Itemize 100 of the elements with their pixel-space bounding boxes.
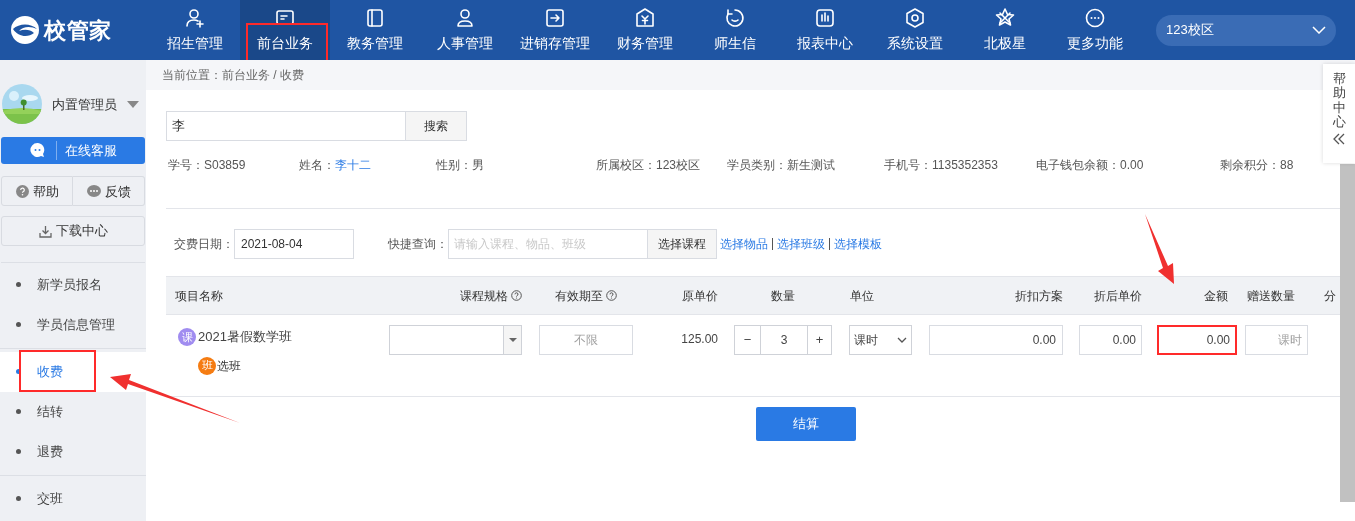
- enter-icon: [544, 6, 566, 29]
- select-class-link[interactable]: 选班: [217, 356, 241, 375]
- bullet-icon: [16, 449, 21, 455]
- more-icon: [1084, 6, 1106, 29]
- select-course-button[interactable]: 选择课程: [648, 229, 717, 259]
- double-chevron-left-icon[interactable]: [1333, 133, 1345, 146]
- nav-tab[interactable]: 更多功能: [1050, 0, 1140, 60]
- bullet-icon: [16, 369, 21, 375]
- logo-text: 校管家: [44, 16, 112, 45]
- text-link[interactable]: 选择班级: [777, 235, 825, 253]
- column-header: 课程规格: [460, 286, 522, 305]
- field-label: 交费日期：: [173, 236, 234, 253]
- nav-tab[interactable]: 系统设置: [870, 0, 960, 60]
- discounted-price-field[interactable]: 0.00: [1079, 325, 1142, 355]
- nav-tab[interactable]: 报表中心: [780, 0, 870, 60]
- student-name-link[interactable]: 李十二: [335, 158, 371, 172]
- bullet-icon: [16, 496, 21, 502]
- arrow-annotation: [1145, 214, 1174, 284]
- field-label: 快捷查询：: [388, 236, 448, 253]
- unit-price: 125.00: [681, 332, 718, 346]
- student-field: 剩余积分：88: [1220, 156, 1294, 174]
- chat-bubble-icon: [29, 142, 46, 159]
- discount-field[interactable]: 0.00: [929, 325, 1063, 355]
- nav-tab[interactable]: 前台业务: [240, 0, 330, 60]
- download-center-button[interactable]: 下载中心: [1, 216, 145, 246]
- text-link[interactable]: 选择模板: [834, 235, 882, 253]
- gift-quantity-field[interactable]: 课时: [1245, 325, 1308, 355]
- chevron-down-icon: [1312, 26, 1326, 34]
- menu-item[interactable]: 退费: [0, 432, 146, 472]
- column-header: 项目名称: [175, 287, 223, 305]
- increment-button[interactable]: +: [807, 326, 831, 354]
- column-header: 有效期至: [555, 286, 617, 305]
- help-circle-icon: [606, 290, 617, 301]
- campus-select[interactable]: 123校区: [1156, 14, 1336, 46]
- column-header: 金额: [1204, 287, 1228, 305]
- amount-field[interactable]: 0.00: [1157, 325, 1237, 355]
- item-name: 2021暑假数学班: [198, 328, 292, 346]
- chat-face-icon: [724, 6, 746, 29]
- person-icon: [454, 6, 476, 29]
- bullet-icon: [16, 409, 21, 415]
- checkout-button[interactable]: 结算: [756, 407, 856, 441]
- column-header: 原单价: [682, 287, 718, 305]
- breadcrumb: 当前位置：前台业务 / 收费: [162, 67, 304, 84]
- student-field: 姓名：李十二: [299, 156, 371, 174]
- help-circle-icon: [511, 290, 522, 301]
- nav-tab[interactable]: 师生信: [690, 0, 780, 60]
- decrement-button[interactable]: −: [735, 326, 761, 354]
- nav-tab[interactable]: 教务管理: [330, 0, 420, 60]
- search-field[interactable]: 李: [166, 111, 406, 141]
- help-center-tab[interactable]: 帮助中心: [1323, 64, 1355, 163]
- chat-icon: [86, 184, 101, 198]
- star-icon: [994, 6, 1016, 29]
- nav-tab[interactable]: 财务管理: [600, 0, 690, 60]
- search-button[interactable]: 搜索: [406, 111, 467, 141]
- date-field[interactable]: 2021-08-04: [234, 229, 354, 259]
- column-header: 折扣方案: [1015, 287, 1063, 305]
- nav-tab[interactable]: 人事管理: [420, 0, 510, 60]
- column-header: 数量: [770, 287, 795, 305]
- student-field: 学号：S03859: [168, 156, 246, 174]
- course-badge: 课: [178, 327, 196, 346]
- student-field: 学员类别：新生测试: [727, 156, 835, 174]
- nav-tab[interactable]: 进销存管理: [510, 0, 600, 60]
- text-link[interactable]: 选择物品: [720, 235, 768, 253]
- help-button[interactable]: 帮助: [1, 176, 73, 207]
- student-field: 电子钱包余额：0.00: [1036, 156, 1144, 174]
- bullet-icon: [16, 322, 21, 328]
- book-icon: [364, 6, 386, 29]
- class-badge: 班: [198, 356, 216, 375]
- user-name[interactable]: 内置管理员: [52, 94, 117, 115]
- student-field: 性别：男: [436, 156, 484, 174]
- student-field: 所属校区：123校区: [596, 156, 701, 174]
- menu-item[interactable]: 结转: [0, 392, 146, 432]
- bullet-icon: [16, 282, 21, 288]
- yen-icon: [634, 6, 656, 29]
- menu-item[interactable]: 交班: [0, 479, 146, 519]
- nav-tab[interactable]: 北极星: [960, 0, 1050, 60]
- student-field: 手机号：1135352353: [884, 156, 998, 174]
- menu-item[interactable]: 新学员报名: [0, 265, 146, 305]
- quantity-field[interactable]: 3: [761, 326, 807, 354]
- gear-icon: [904, 6, 926, 29]
- help-icon: [15, 184, 29, 198]
- menu-item[interactable]: 收费: [0, 352, 146, 392]
- person-add-icon: [184, 6, 206, 29]
- column-header: 分: [1324, 287, 1336, 305]
- online-service-button[interactable]: 在线客服: [1, 136, 145, 165]
- column-header: 赠送数量: [1247, 287, 1295, 305]
- logo-icon: [10, 15, 40, 45]
- column-header: 折后单价: [1094, 287, 1142, 305]
- nav-tab[interactable]: 招生管理: [150, 0, 240, 60]
- menu-item[interactable]: 学员信息管理: [0, 305, 146, 345]
- caret-icon[interactable]: [127, 100, 139, 108]
- caret-icon: [508, 338, 517, 342]
- download-icon: [38, 224, 52, 238]
- quantity-stepper[interactable]: − 3 +: [734, 325, 832, 355]
- scrollbar[interactable]: [1340, 164, 1355, 502]
- column-header: 单位: [850, 287, 874, 305]
- unit-select[interactable]: 课时: [849, 325, 912, 355]
- chart-icon: [814, 6, 836, 29]
- feedback-button[interactable]: 反馈: [73, 176, 145, 207]
- chevron-down-icon: [897, 337, 907, 343]
